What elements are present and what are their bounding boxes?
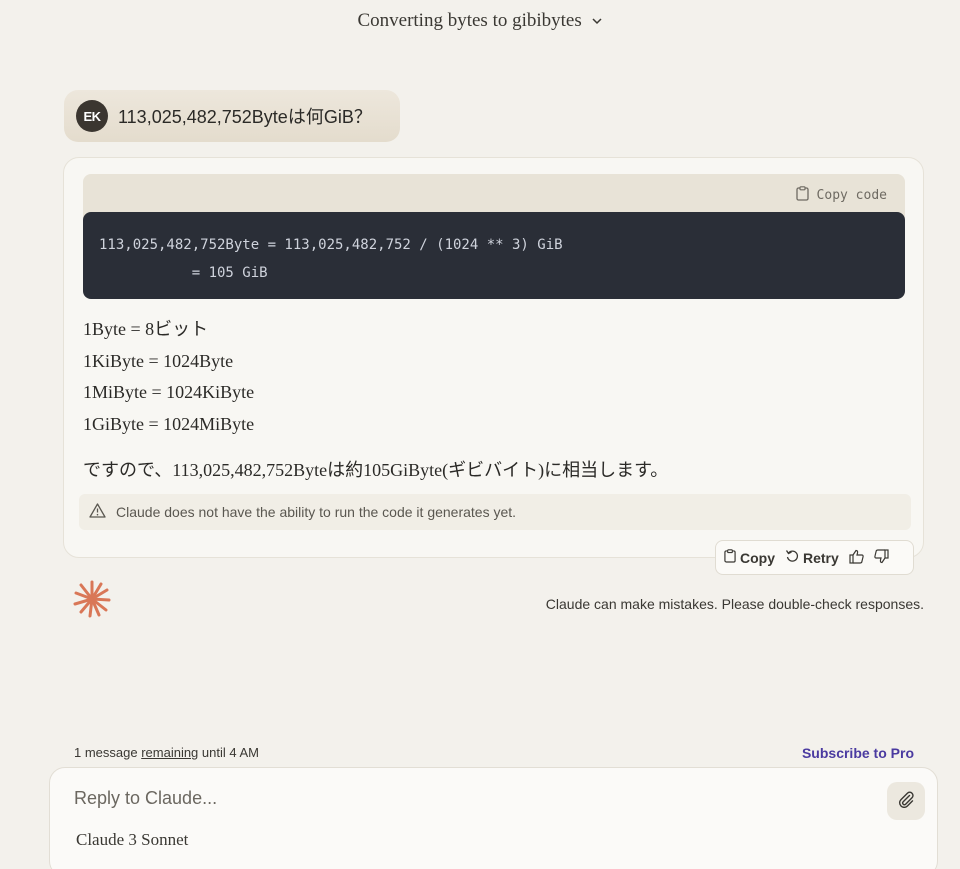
paperclip-icon bbox=[897, 790, 915, 813]
clipboard-icon bbox=[724, 549, 736, 566]
conversation-title-text: Converting bytes to gibibytes bbox=[357, 10, 582, 31]
retry-icon bbox=[785, 549, 799, 566]
definitions-list: 1Byte = 8ビット 1KiByte = 1024Byte 1MiByte … bbox=[83, 314, 254, 440]
user-message-text: 113,025,482,752Byteは何GiB？ bbox=[118, 107, 372, 127]
thumbs-down-button[interactable] bbox=[874, 548, 889, 567]
thumbs-up-icon bbox=[849, 549, 864, 567]
user-message: EK 113,025,482,752Byteは何GiB？ bbox=[64, 90, 400, 142]
composer: Claude 3 Sonnet bbox=[49, 767, 938, 869]
code-block: 113,025,482,752Byte = 113,025,482,752 / … bbox=[83, 212, 905, 299]
remaining-suffix: until 4 AM bbox=[198, 745, 259, 760]
remaining-notice: 1 message remaining until 4 AM bbox=[74, 745, 259, 760]
model-selector[interactable]: Claude 3 Sonnet bbox=[76, 830, 188, 850]
subscribe-pro-link[interactable]: Subscribe to Pro bbox=[802, 745, 914, 761]
retry-label: Retry bbox=[803, 549, 839, 566]
copy-label: Copy bbox=[740, 549, 775, 566]
clipboard-icon bbox=[795, 186, 809, 205]
claude-logo-icon bbox=[72, 579, 112, 624]
message-actions: Copy Retry bbox=[715, 540, 914, 575]
thumbs-up-button[interactable] bbox=[849, 549, 864, 567]
warning-icon bbox=[89, 503, 106, 521]
conversation-title[interactable]: Converting bytes to gibibytes bbox=[0, 10, 960, 33]
code-line: 113,025,482,752Byte = 113,025,482,752 / … bbox=[99, 237, 563, 253]
copy-code-label: Copy code bbox=[816, 188, 887, 203]
warning-text: Claude does not have the ability to run … bbox=[116, 504, 517, 520]
copy-code-button[interactable]: Copy code bbox=[795, 186, 887, 205]
attach-button[interactable] bbox=[887, 782, 925, 820]
disclaimer-text: Claude can make mistakes. Please double-… bbox=[545, 596, 924, 612]
remaining-link[interactable]: remaining bbox=[141, 745, 198, 760]
avatar: EK bbox=[76, 100, 108, 132]
assistant-message: Copy code 113,025,482,752Byte = 113,025,… bbox=[63, 157, 924, 558]
definition-line: 1Byte = 8ビット bbox=[83, 319, 209, 339]
summary-text: ですので、113,025,482,752Byteは約105GiByte(ギビバイ… bbox=[83, 460, 669, 480]
definition-line: 1KiByte = 1024Byte bbox=[83, 350, 234, 371]
thumbs-down-icon bbox=[874, 548, 889, 567]
retry-button[interactable]: Retry bbox=[785, 549, 839, 566]
code-warning: Claude does not have the ability to run … bbox=[79, 494, 911, 530]
code-line: = 105 GiB bbox=[99, 265, 268, 281]
definition-line: 1MiByte = 1024KiByte bbox=[83, 382, 255, 402]
chevron-down-icon bbox=[591, 11, 603, 33]
definition-line: 1GiByte = 1024MiByte bbox=[83, 413, 255, 434]
reply-input[interactable] bbox=[74, 788, 854, 809]
copy-button[interactable]: Copy bbox=[724, 549, 775, 566]
remaining-prefix: 1 message bbox=[74, 745, 142, 760]
